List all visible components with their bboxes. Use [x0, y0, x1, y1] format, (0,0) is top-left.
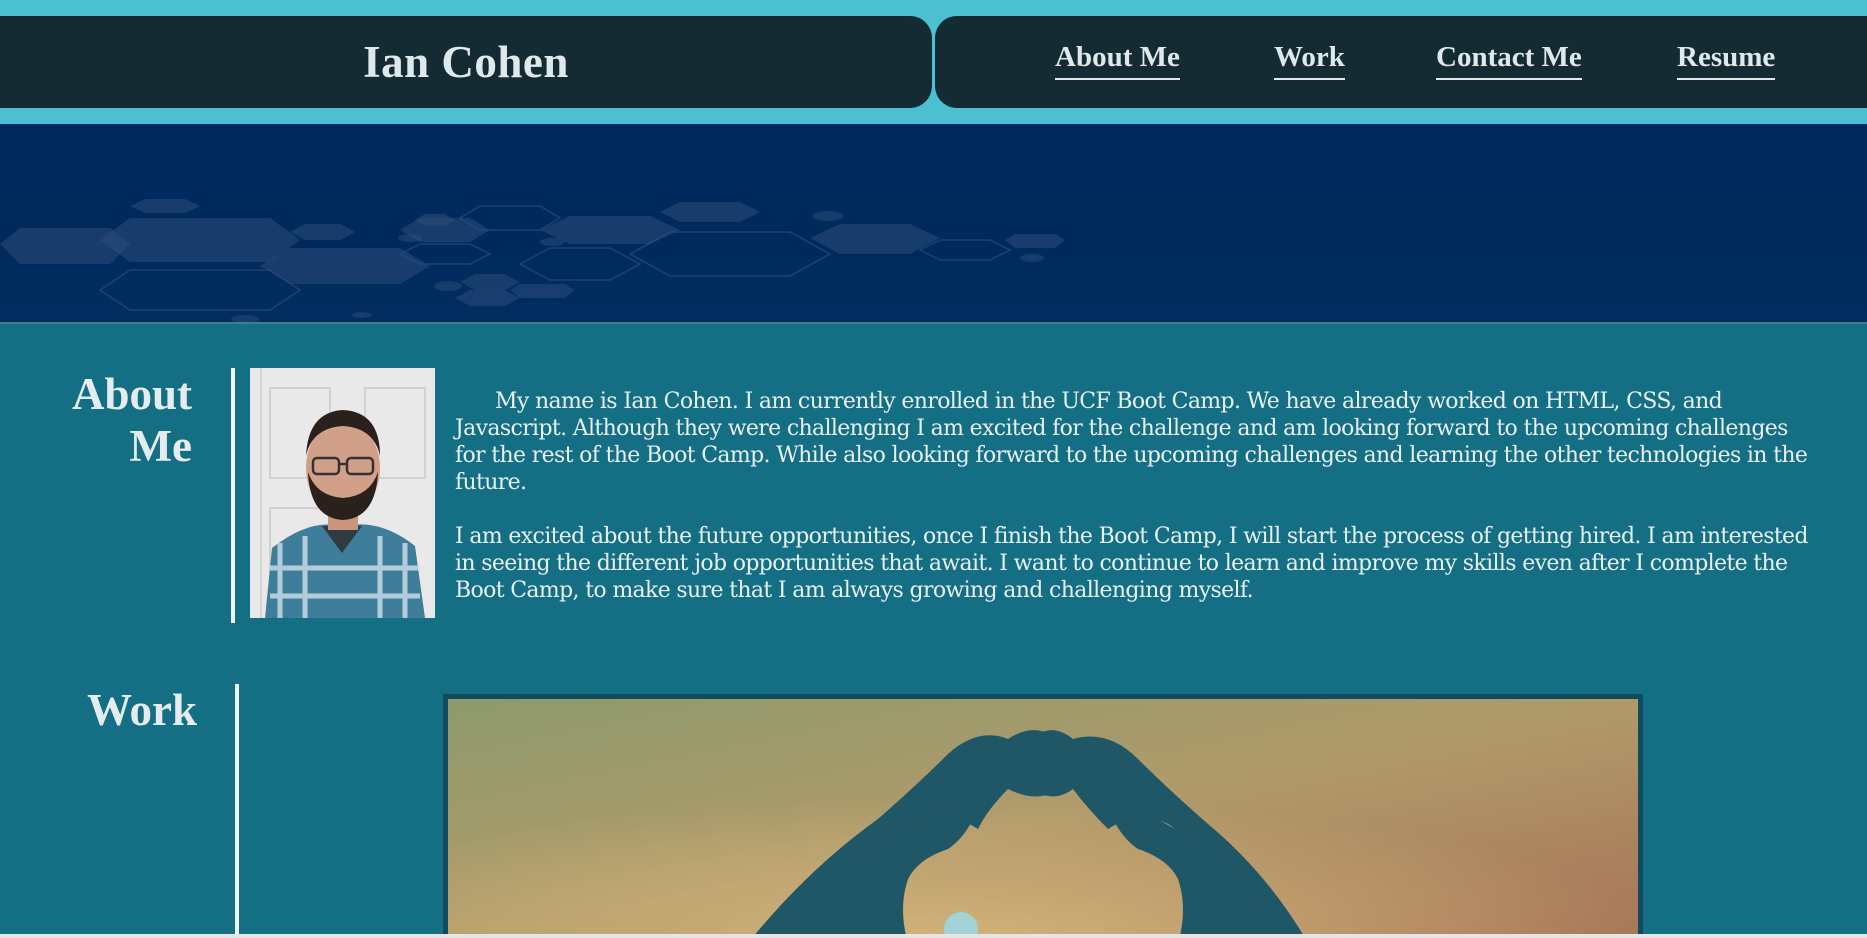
about-heading: About Me [71, 369, 192, 471]
about-text: My name is Ian Cohen. I am currently enr… [455, 388, 1810, 631]
work-heading: Work [86, 685, 197, 735]
main-nav: About Me Work Contact Me Resume [935, 16, 1867, 108]
site-title: Ian Cohen [363, 37, 569, 87]
nav-link-resume[interactable]: Resume [1677, 41, 1776, 80]
profile-photo [250, 368, 435, 618]
nav-link-contact-me[interactable]: Contact Me [1436, 41, 1582, 80]
header-title-panel: Ian Cohen [0, 16, 932, 108]
about-divider [231, 368, 235, 623]
header: Ian Cohen About Me Work Contact Me Resum… [0, 0, 1867, 124]
nav-link-about-me[interactable]: About Me [1055, 41, 1180, 80]
work-divider [235, 684, 239, 938]
bottom-scroll-edge [0, 934, 1867, 938]
hexagon-pattern-graphic [0, 199, 1065, 322]
nav-panel: About Me Work Contact Me Resume [935, 16, 1867, 108]
hero-banner [0, 124, 1867, 324]
nav-link-work[interactable]: Work [1274, 41, 1345, 80]
about-paragraph-1: My name is Ian Cohen. I am currently enr… [455, 389, 1808, 495]
about-paragraph-2: I am excited about the future opportunit… [455, 524, 1809, 603]
work-project-image[interactable] [443, 694, 1643, 938]
